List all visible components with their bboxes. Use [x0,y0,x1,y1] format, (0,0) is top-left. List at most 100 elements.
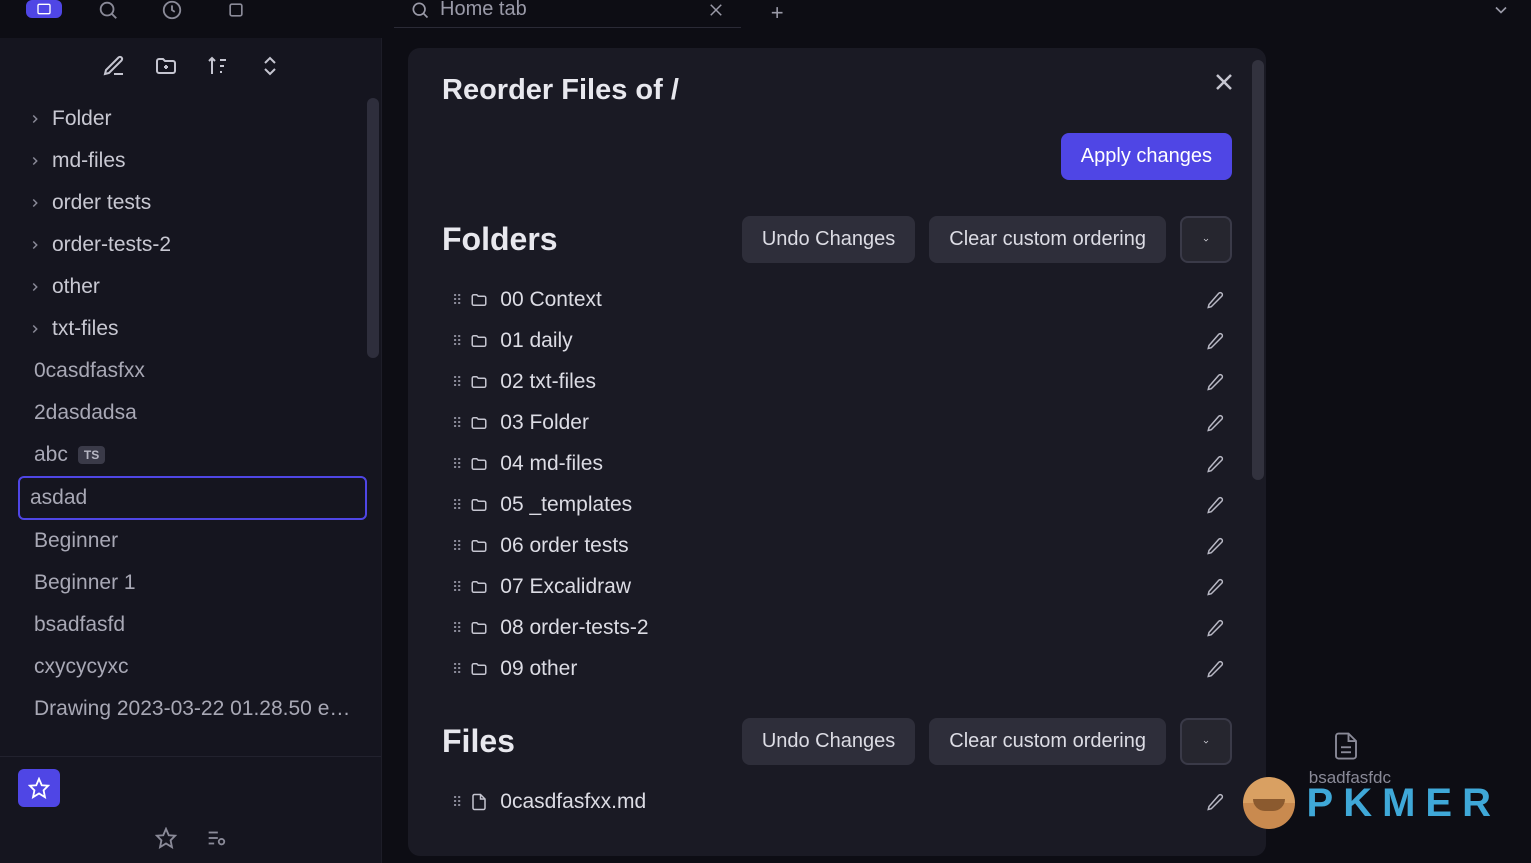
file-label: abc [34,443,68,467]
folder-label: md-files [52,149,126,173]
file-label: 0casdfasfxx [34,359,145,383]
drag-handle-icon[interactable]: ⠿ [452,579,460,596]
file-label: asdad [30,486,87,510]
folder-icon [470,578,488,596]
new-folder-icon[interactable] [154,54,176,76]
collapse-icon[interactable] [258,54,280,76]
sidebar-file[interactable]: 2dasdadsa [28,392,367,434]
clear-ordering-button[interactable]: Clear custom ordering [929,718,1166,765]
edit-icon[interactable] [1206,291,1224,309]
search-icon[interactable] [90,0,126,20]
sidebar-folder[interactable]: order tests [28,182,367,224]
edit-icon[interactable] [1206,660,1224,678]
item-label: 03 Folder [500,411,589,435]
file-row[interactable]: ⠿0casdfasfxx.md [442,783,1232,821]
drag-handle-icon[interactable]: ⠿ [452,497,460,514]
apply-changes-button[interactable]: Apply changes [1061,133,1232,180]
folder-row[interactable]: ⠿04 md-files [442,445,1232,483]
sidebar-file[interactable]: Beginner 1 [28,562,367,604]
chevron-right-icon [28,196,42,210]
folder-icon [470,455,488,473]
sidebar-file[interactable]: 0casdfasfxx [28,350,367,392]
chevron-right-icon [28,238,42,252]
folder-label: order tests [52,191,151,215]
folder-row[interactable]: ⠿00 Context [442,281,1232,319]
tab-home[interactable]: Home tab [394,0,741,28]
sidebar-folder[interactable]: md-files [28,140,367,182]
new-tab-button[interactable]: + [771,0,784,26]
history-icon[interactable] [154,0,190,20]
new-note-icon[interactable] [102,54,124,76]
item-label: 02 txt-files [500,370,596,394]
drag-handle-icon[interactable]: ⠿ [452,292,460,309]
edit-icon[interactable] [1206,332,1224,350]
drag-handle-icon[interactable]: ⠿ [452,374,460,391]
file-label: bsadfasfd [34,613,125,637]
files-list: ⠿0casdfasfxx.md [442,783,1232,821]
tab-dropdown-icon[interactable] [1491,0,1511,20]
drag-handle-icon[interactable]: ⠿ [452,538,460,555]
edit-icon[interactable] [1206,537,1224,555]
scrollbar[interactable] [367,98,379,358]
sidebar-folder[interactable]: other [28,266,367,308]
sidebar-file[interactable]: cxycycyxc [28,646,367,688]
collapse-section-button[interactable] [1180,718,1232,765]
bookmark-button[interactable] [18,769,60,807]
edit-icon[interactable] [1206,578,1224,596]
close-icon[interactable] [1212,70,1236,94]
drag-handle-icon[interactable]: ⠿ [452,456,460,473]
file-tree: Folder md-files order tests order-tests-2 ot… [0,98,381,756]
sidebar-folder[interactable]: order-tests-2 [28,224,367,266]
edit-icon[interactable] [1206,619,1224,637]
list-settings-icon[interactable] [205,827,227,849]
edit-icon[interactable] [1206,793,1224,811]
folder-row[interactable]: ⠿01 daily [442,322,1232,360]
drag-handle-icon[interactable]: ⠿ [452,661,460,678]
edit-icon[interactable] [1206,373,1224,391]
copy-icon[interactable] [218,0,254,20]
clear-ordering-button[interactable]: Clear custom ordering [929,216,1166,263]
item-label: 09 other [500,657,577,681]
file-label: 2dasdadsa [34,401,137,425]
reorder-modal: Reorder Files of / Apply changes Folders… [408,48,1266,856]
sidebar-file[interactable]: Drawing 2023-03-22 01.28.50 e… [28,688,367,730]
folder-row[interactable]: ⠿ 03 Folder [442,404,1232,442]
sidebar-toolbar [0,38,381,98]
folder-row[interactable]: ⠿08 order-tests-2 [442,609,1232,647]
folder-label: order-tests-2 [52,233,171,257]
close-icon[interactable] [707,1,725,19]
drag-handle-icon[interactable]: ⠿ [452,620,460,637]
folder-icon [470,291,488,309]
drag-handle-icon[interactable]: ⠿ [452,794,460,811]
watermark: PKMER [1243,777,1501,829]
folder-row[interactable]: ⠿05 _templates [442,486,1232,524]
folder-row[interactable]: ⠿ 02 txt-files [442,363,1232,401]
undo-changes-button[interactable]: Undo Changes [742,216,915,263]
files-heading: Files [442,723,515,760]
sort-icon[interactable] [206,54,228,76]
folder-row[interactable]: ⠿06 order tests [442,527,1232,565]
chevron-right-icon [28,322,42,336]
drag-handle-icon[interactable]: ⠿ [452,415,460,432]
folder-row[interactable]: ⠿ 09 other [442,650,1232,688]
scrollbar[interactable] [1252,60,1264,480]
sidebar-file[interactable]: asdad [18,476,367,520]
file-label: Drawing 2023-03-22 01.28.50 e… [34,697,350,721]
edit-icon[interactable] [1206,455,1224,473]
undo-changes-button[interactable]: Undo Changes [742,718,915,765]
folder-row[interactable]: ⠿07 Excalidraw [442,568,1232,606]
sidebar-folder[interactable]: Folder [28,98,367,140]
sidebar-file[interactable]: bsadfasfd [28,604,367,646]
sidebar-file[interactable]: Beginner [28,520,367,562]
main-area: n Reorder Files of / Apply changes Folde… [394,40,1531,863]
sidebar-file[interactable]: abc TS [28,434,367,476]
edit-icon[interactable] [1206,414,1224,432]
sidebar: Folder md-files order tests order-tests-2 ot… [0,38,382,863]
star-icon[interactable] [155,827,177,849]
sidebar-folder[interactable]: txt-files [28,308,367,350]
folder-icon [470,332,488,350]
files-icon[interactable] [26,0,62,18]
drag-handle-icon[interactable]: ⠿ [452,333,460,350]
edit-icon[interactable] [1206,496,1224,514]
collapse-section-button[interactable] [1180,216,1232,263]
